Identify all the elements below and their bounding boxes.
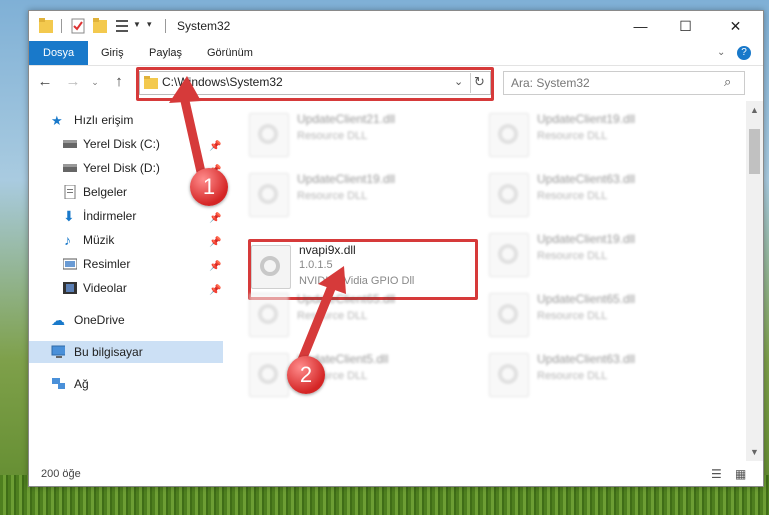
annotation-arrows bbox=[169, 76, 346, 365]
arrow-2 bbox=[297, 266, 346, 365]
arrow-1 bbox=[169, 76, 206, 177]
step-2-badge: 2 bbox=[287, 356, 325, 394]
step-1-badge: 1 bbox=[190, 168, 228, 206]
